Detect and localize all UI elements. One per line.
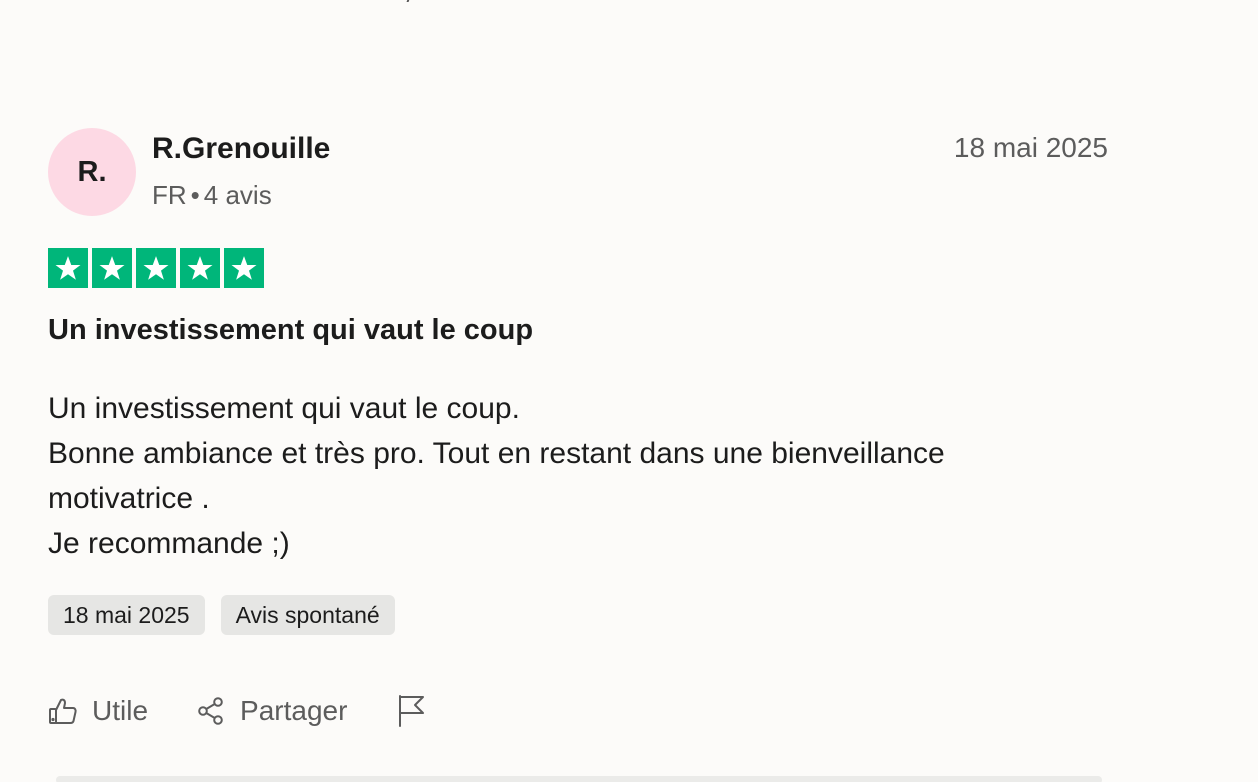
review-type-chip[interactable]: Avis spontané — [220, 595, 395, 635]
flag-icon — [397, 694, 427, 728]
review-body-line: motivatrice . — [48, 482, 210, 515]
star-icon — [180, 248, 220, 288]
useful-button[interactable]: Utile — [48, 695, 148, 727]
review-page: R. R.Grenouille FR • 4 avis 18 mai 2025 Un… — [0, 0, 1258, 782]
avatar[interactable]: R. — [48, 128, 136, 216]
review-body-line: Je recommande ;) — [48, 527, 290, 560]
review-chips: 18 mai 2025 Avis spontané — [48, 595, 395, 635]
review-card: R. R.Grenouille FR • 4 avis 18 mai 2025 Un… — [48, 128, 1108, 727]
review-body-line: Bonne ambiance et très pro. Tout en rest… — [48, 437, 945, 470]
experience-date-chip: 18 mai 2025 — [48, 595, 205, 635]
review-date: 18 mai 2025 — [953, 132, 1108, 163]
author-review-count: 4 avis — [203, 180, 272, 210]
author-country: FR — [152, 180, 187, 210]
thumbs-up-icon — [48, 696, 78, 726]
star-icon — [224, 248, 264, 288]
review-body-line: Un investissement qui vaut le coup. — [48, 392, 520, 425]
review-title: Un investissement qui vaut le coup — [48, 314, 534, 346]
star-icon — [136, 248, 176, 288]
review-actions: Utile Partager — [48, 694, 427, 728]
author-meta: FR • 4 avis — [152, 180, 272, 211]
share-label: Partager — [240, 695, 348, 726]
star-icon — [92, 248, 132, 288]
review-body: Un investissement qui vaut le coup. Bonn… — [48, 386, 1048, 566]
useful-label: Utile — [92, 695, 149, 726]
share-button[interactable]: Partager — [196, 695, 347, 727]
report-button[interactable] — [397, 694, 427, 728]
star-icon — [48, 248, 88, 288]
share-icon — [196, 696, 226, 726]
review-header: R. R.Grenouille FR • 4 avis 18 mai 2025 — [48, 128, 1108, 218]
meta-separator: • — [190, 180, 200, 210]
author-name[interactable]: R.Grenouille — [152, 132, 330, 166]
star-rating — [48, 248, 264, 288]
next-review-edge — [56, 776, 1102, 782]
previous-review-edge — [48, 0, 1108, 1]
